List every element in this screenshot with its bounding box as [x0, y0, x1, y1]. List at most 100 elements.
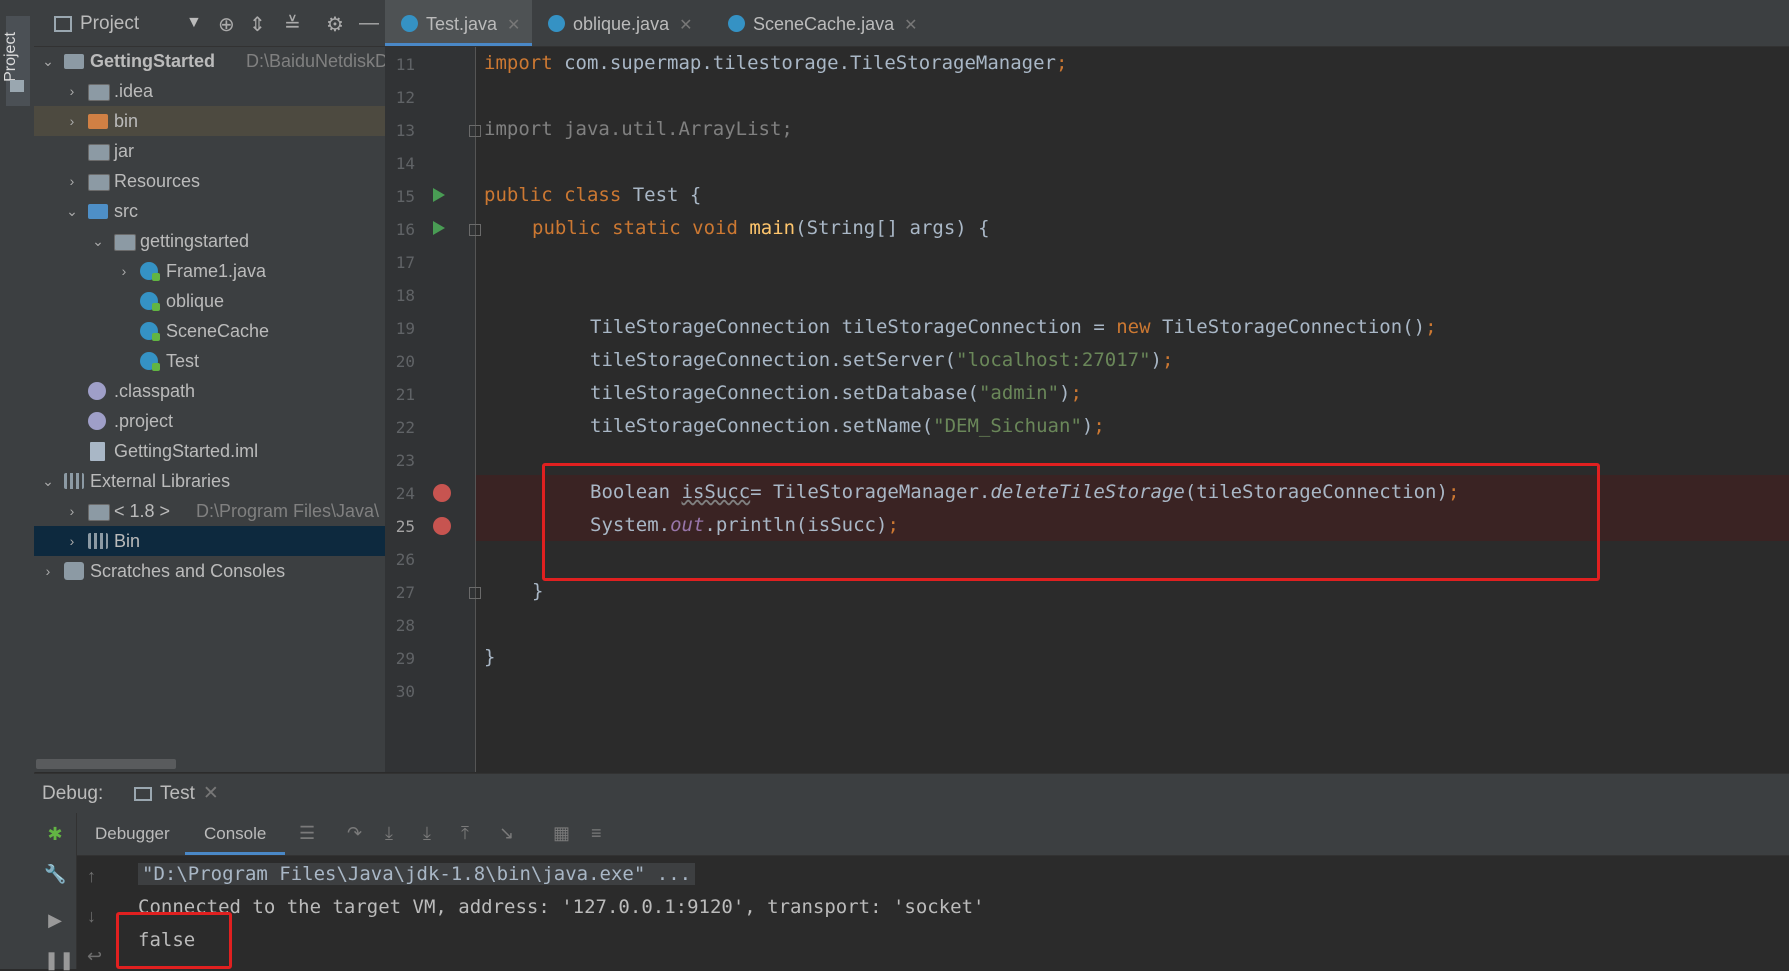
hide-icon[interactable]: — [359, 12, 379, 35]
tree-item-iml[interactable]: GettingStarted.iml [34, 436, 385, 466]
code-text: tileStorageConnection.setDatabase( [590, 382, 979, 404]
line-number: 28 [395, 616, 415, 635]
collapse-all-icon[interactable]: ≚ [284, 12, 301, 37]
debug-run-tab[interactable]: Test ✕ [134, 774, 219, 814]
step-out-icon[interactable]: ⤒ [461, 823, 469, 844]
tree-item-test[interactable]: Test [34, 346, 385, 376]
folder-icon [88, 174, 110, 191]
locate-icon[interactable]: ⊕ [218, 12, 235, 37]
tree-item-label: gettingstarted [140, 231, 250, 251]
wrench-icon[interactable]: 🔧 [44, 863, 66, 885]
close-icon[interactable]: ✕ [203, 783, 219, 804]
chevron-right-icon[interactable]: › [66, 76, 78, 106]
tree-item-project-file[interactable]: .project [34, 406, 385, 436]
chevron-down-icon[interactable]: ⌄ [92, 226, 104, 256]
editor-gutter: 11 12 13 14 15 16 17 18 19 20 21 22 23 2… [385, 47, 481, 772]
line-number: 17 [395, 253, 415, 272]
chevron-right-icon[interactable]: › [42, 556, 54, 586]
horizontal-scrollbar[interactable] [36, 759, 176, 769]
close-icon[interactable]: ✕ [679, 17, 692, 34]
menu-icon[interactable]: ☰ [299, 823, 315, 844]
tree-item-label: < 1.8 > [114, 501, 171, 521]
line-number: 21 [395, 385, 415, 404]
tree-item-external-libraries[interactable]: ⌄ External Libraries [34, 466, 385, 496]
tree-item-gettingstarted-package[interactable]: ⌄ gettingstarted [34, 226, 385, 256]
close-icon[interactable]: ✕ [904, 17, 917, 34]
close-icon[interactable]: ✕ [507, 17, 520, 34]
debug-tab-bar: Debugger Console ☰ ↷ ⤓ ⤓ ⤒ ↘ ▦ ≡ [77, 813, 1789, 856]
tree-item-jar[interactable]: jar [34, 136, 385, 166]
line-number: 20 [395, 352, 415, 371]
chevron-right-icon[interactable]: › [66, 526, 78, 556]
tree-item-scratches[interactable]: › Scratches and Consoles [34, 556, 385, 586]
tree-item-gettingstarted[interactable]: ⌄ GettingStarted D:\BaiduNetdiskD [34, 46, 388, 76]
line-number: 29 [395, 649, 415, 668]
debug-side-toolbar: ✱ 🔧 ▶ ❚❚ [34, 813, 77, 971]
java-class-icon [401, 14, 418, 32]
force-step-into-icon[interactable]: ⤓ [423, 823, 431, 844]
project-folder-icon [64, 54, 84, 69]
run-icon[interactable] [433, 221, 445, 235]
soft-wrap-icon[interactable]: ↩ [87, 946, 102, 967]
project-toolbar: Project ▼ ⊕ ⇕ ≚ ⚙ — [34, 0, 385, 47]
run-to-cursor-icon[interactable]: ↘ [499, 823, 514, 844]
project-tool-button[interactable]: Project [2, 16, 30, 106]
line-number: 16 [395, 220, 415, 239]
chevron-right-icon[interactable]: › [118, 256, 130, 286]
code-text: com.supermap.tilestorage.TileStorageMana… [552, 52, 1056, 74]
chevron-down-icon[interactable]: ⌄ [42, 46, 54, 76]
line-number: 15 [395, 187, 415, 206]
tab-test-java[interactable]: Test.java ✕ [385, 0, 532, 46]
line-number: 11 [395, 55, 415, 74]
arrow-down-icon[interactable]: ↓ [87, 906, 96, 927]
bug-icon[interactable]: ✱ [44, 823, 66, 845]
evaluate-icon[interactable]: ▦ [553, 823, 570, 844]
project-title[interactable]: Project [80, 13, 139, 35]
tab-oblique-java[interactable]: oblique.java ✕ [548, 0, 698, 46]
tree-item-classpath[interactable]: .classpath [34, 376, 385, 406]
file-icon [88, 412, 106, 430]
chevron-right-icon[interactable]: › [66, 106, 78, 136]
semicolon: ; [1055, 52, 1068, 74]
code-line-20: tileStorageConnection.setServer("localho… [590, 344, 1173, 377]
run-icon[interactable] [433, 188, 445, 202]
code-text: TileStorageConnection tileStorageConnect… [590, 316, 1117, 338]
chevron-down-icon[interactable]: ⌄ [42, 466, 54, 496]
tree-item-jdk[interactable]: › < 1.8 > D:\Program Files\Java\ [34, 496, 385, 526]
tree-item-label: GettingStarted.iml [114, 441, 259, 461]
tab-scenecache-java[interactable]: SceneCache.java ✕ [728, 0, 918, 46]
tree-item-path: D:\Program Files\Java\ [196, 501, 380, 521]
chevron-down-icon[interactable]: ⌄ [66, 196, 78, 226]
expand-all-icon[interactable]: ⇕ [249, 12, 266, 37]
pause-icon[interactable]: ❚❚ [44, 949, 74, 971]
resume-icon[interactable]: ▶ [44, 909, 66, 931]
step-over-icon[interactable]: ↷ [347, 823, 362, 844]
tree-item-frame1[interactable]: › Frame1.java [34, 256, 385, 286]
breakpoint-icon[interactable] [433, 517, 451, 535]
tab-debugger[interactable]: Debugger [95, 813, 170, 855]
breakpoint-icon[interactable] [433, 484, 451, 502]
tree-item-idea[interactable]: › .idea [34, 76, 385, 106]
tree-item-src[interactable]: ⌄ src [34, 196, 385, 226]
string-literal: "admin" [978, 382, 1060, 404]
tree-item-scenecache[interactable]: SceneCache [34, 316, 385, 346]
code-editor[interactable]: import com.supermap.tilestorage.TileStor… [476, 47, 1789, 772]
gear-icon[interactable]: ⚙ [326, 12, 344, 37]
code-line-16: public static void main(String[] args) { [532, 212, 990, 245]
project-tool-label: Project [1, 32, 19, 82]
console-output[interactable]: "D:\Program Files\Java\jdk-1.8\bin\java.… [118, 856, 1789, 969]
arrow-up-icon[interactable]: ↑ [87, 866, 96, 887]
chevron-down-icon[interactable]: ▼ [186, 14, 202, 32]
jdk-icon [88, 504, 110, 521]
trace-icon[interactable]: ≡ [591, 823, 602, 844]
tree-item-oblique[interactable]: oblique [34, 286, 385, 316]
step-into-icon[interactable]: ⤓ [385, 823, 393, 844]
chevron-right-icon[interactable]: › [66, 496, 78, 526]
package-icon [114, 234, 136, 251]
java-class-icon [140, 262, 160, 281]
chevron-right-icon[interactable]: › [66, 166, 78, 196]
tree-item-bin-library[interactable]: › Bin [34, 526, 385, 556]
tree-item-bin[interactable]: › bin [34, 106, 385, 136]
tab-console[interactable]: Console [185, 813, 286, 855]
tree-item-resources[interactable]: › Resources [34, 166, 385, 196]
